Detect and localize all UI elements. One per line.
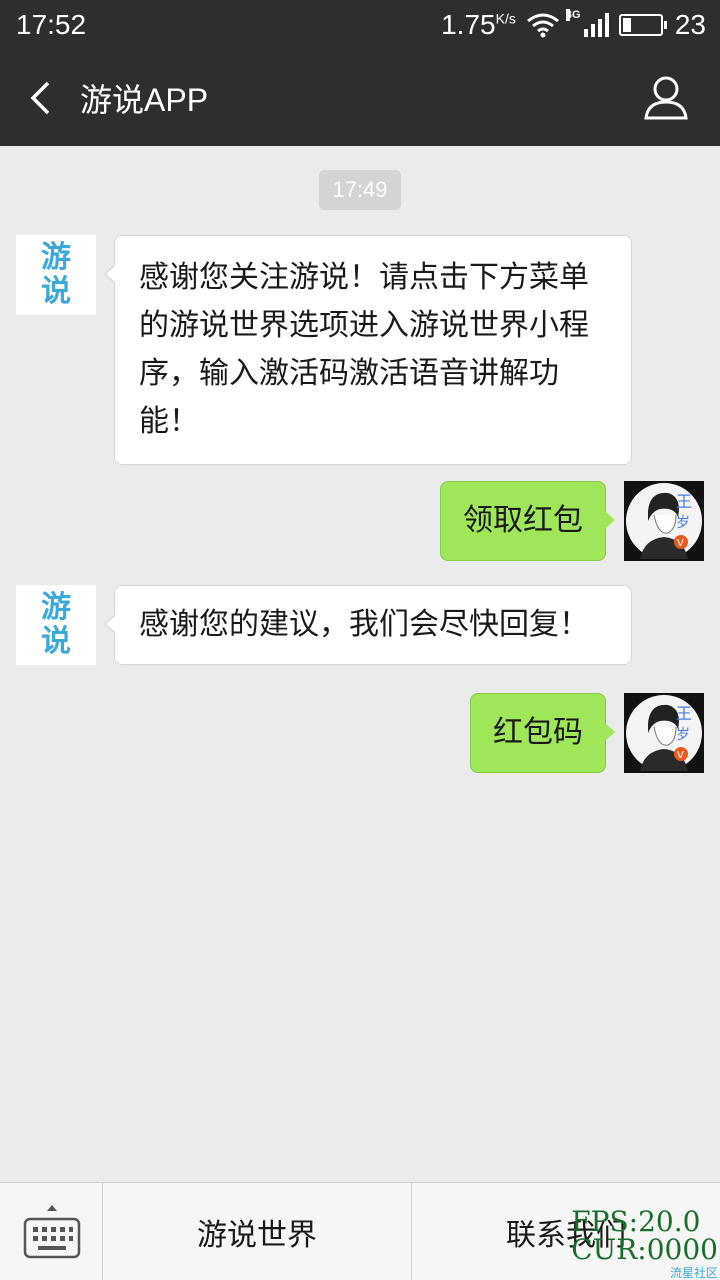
wifi-icon [526,12,560,38]
chat-area[interactable]: 17:49 游说 感谢您关注游说！请点击下方菜单的游说世界选项进入游说世界小程序… [0,146,720,1182]
status-icons: 1.75K/s 3G 23 [441,9,706,41]
message-bubble-received[interactable]: 感谢您的建议，我们会尽快回复！ [104,585,632,665]
back-button[interactable] [0,50,80,146]
user-avatar[interactable]: 王 岁 V [624,693,704,773]
title-bar: 游说APP [0,50,720,146]
message-bubble-sent[interactable]: 领取红包 [440,481,615,561]
person-icon [644,76,688,120]
status-time: 17:52 [16,9,87,40]
status-bar: 17:52 1.75K/s 3G 23 [0,0,720,50]
network-speed: 1.75K/s [441,9,516,40]
keyboard-toggle-button[interactable] [0,1183,103,1280]
svg-text:岁: 岁 [676,727,690,743]
fps-overlay: FPS:20.0 CUR:0000 [571,1205,718,1266]
svg-text:王: 王 [676,492,692,511]
menu-item-youshuo-world[interactable]: 游说世界 [103,1183,412,1280]
signal-icon: 3G [565,9,609,37]
watermark: 流星社区 [669,1266,718,1280]
user-avatar[interactable]: 王 岁 V [624,481,704,561]
message-bubble-sent[interactable]: 红包码 [470,693,615,773]
svg-text:V: V [677,538,684,549]
back-arrow-icon [30,81,50,115]
bot-avatar[interactable]: 游说 [16,585,96,665]
user-avatar-image: 王 岁 V [626,695,702,771]
message-bubble-received[interactable]: 感谢您关注游说！请点击下方菜单的游说世界选项进入游说世界小程序，输入激活码激活语… [104,235,632,465]
keyboard-icon [23,1205,81,1259]
page-title: 游说APP [80,82,209,118]
svg-text:岁: 岁 [676,515,690,531]
user-avatar-image: 王 岁 V [626,483,702,559]
bot-avatar[interactable]: 游说 [16,235,96,315]
svg-text:V: V [677,750,684,761]
battery-icon [618,14,667,36]
message-timestamp: 17:49 [319,170,401,210]
profile-button[interactable] [640,72,692,124]
battery-level: 23 [674,9,706,40]
svg-text:王: 王 [676,704,692,723]
